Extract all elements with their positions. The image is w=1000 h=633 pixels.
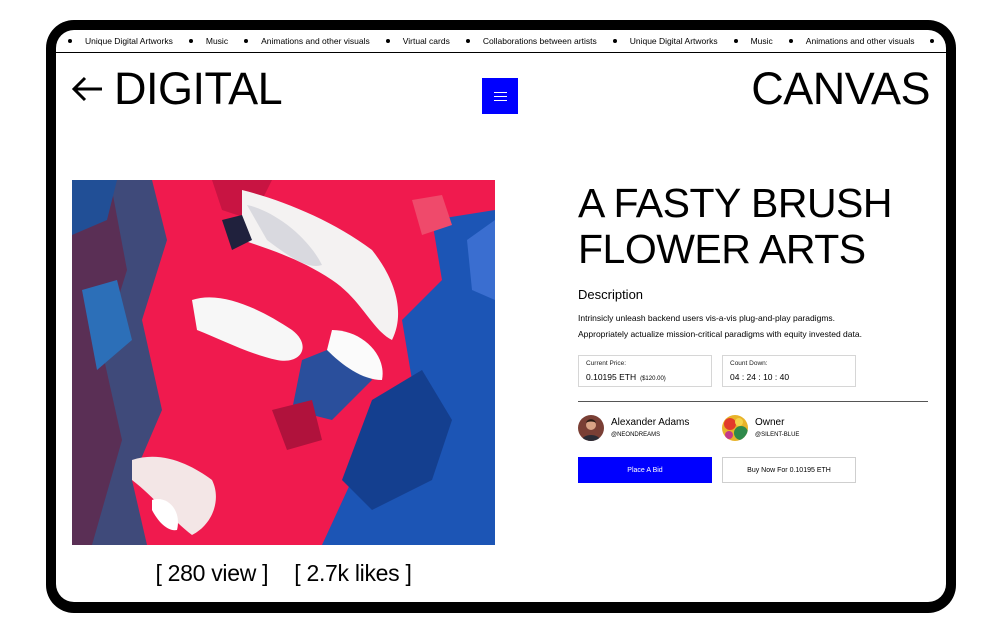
bullet-icon — [188, 39, 193, 43]
price-usd: ($120.00) — [640, 376, 666, 382]
brand-title-right: CANVAS — [751, 63, 930, 114]
bullet-icon — [68, 39, 72, 43]
bullet-icon — [244, 39, 249, 43]
hamburger-icon-line — [493, 95, 507, 97]
place-bid-button[interactable]: Place A Bid — [578, 457, 712, 483]
countdown-label: Count Down: — [730, 360, 768, 367]
creator-profile[interactable]: Alexander Adams @NEONDREAMS — [578, 415, 718, 443]
view-count: [ 280 view ] — [155, 560, 269, 586]
buy-now-button[interactable]: Buy Now For 0.10195 ETH — [722, 457, 856, 483]
marquee-item[interactable]: Collaborations between artists — [450, 36, 597, 46]
marquee-item[interactable]: Music — [173, 36, 228, 46]
category-marquee: Unique Digital Artworks Music Animations… — [56, 30, 946, 53]
bullet-icon — [733, 39, 738, 43]
price-value: 0.10195 ETH ($120.00) — [586, 372, 666, 382]
marquee-item — [914, 39, 946, 43]
abstract-painting-image — [72, 180, 495, 545]
countdown-value: 04 : 24 : 10 : 40 — [730, 372, 790, 382]
owner-avatar-image — [722, 415, 748, 441]
artwork-stats: [ 280 view ] [ 2.7k likes ] — [56, 560, 511, 587]
back-arrow-icon[interactable] — [70, 76, 104, 102]
marquee-item[interactable]: Animations and other visuals — [228, 36, 370, 46]
bullet-icon — [788, 39, 793, 43]
bullet-icon — [930, 39, 935, 43]
artwork-image[interactable] — [72, 180, 495, 545]
bullet-icon — [385, 39, 390, 43]
marquee-item[interactable]: Music — [718, 36, 773, 46]
current-price-box: Current Price: 0.10195 ETH ($120.00) — [578, 355, 712, 387]
brand-title-left: DIGITAL — [114, 63, 283, 114]
description-heading: Description — [578, 287, 644, 302]
description-text: Intrinsicly unleash backend users vis-a-… — [578, 313, 862, 339]
owner-avatar[interactable] — [722, 415, 748, 441]
hamburger-icon-line — [493, 91, 507, 93]
creator-name: Alexander Adams — [611, 417, 690, 428]
marquee-item[interactable]: Animations and other visuals — [773, 36, 914, 46]
owner-profile[interactable]: Owner @SILENT-BLUE — [722, 415, 842, 443]
owner-name: Owner — [755, 417, 785, 428]
marquee-item[interactable]: Unique Digital Artworks — [597, 36, 718, 46]
artwork-title: A FASTY BRUSH FLOWER ARTS — [578, 180, 893, 272]
marquee-item[interactable]: Unique Digital Artworks — [56, 36, 173, 46]
marquee-item[interactable]: Virtual cards — [370, 36, 450, 46]
bullet-icon — [612, 39, 617, 43]
bullet-icon — [465, 39, 470, 43]
menu-button[interactable] — [482, 78, 518, 114]
price-label: Current Price: — [586, 360, 627, 367]
hamburger-icon-line — [493, 99, 507, 101]
tablet-frame: Unique Digital Artworks Music Animations… — [46, 20, 956, 613]
owner-handle: @SILENT-BLUE — [755, 432, 800, 438]
countdown-box: Count Down: 04 : 24 : 10 : 40 — [722, 355, 856, 387]
like-count[interactable]: [ 2.7k likes ] — [294, 560, 412, 586]
creator-avatar[interactable] — [578, 415, 604, 441]
screen: Unique Digital Artworks Music Animations… — [56, 30, 946, 602]
creator-avatar-image — [578, 415, 604, 441]
divider — [578, 401, 928, 402]
creator-handle: @NEONDREAMS — [611, 432, 661, 438]
